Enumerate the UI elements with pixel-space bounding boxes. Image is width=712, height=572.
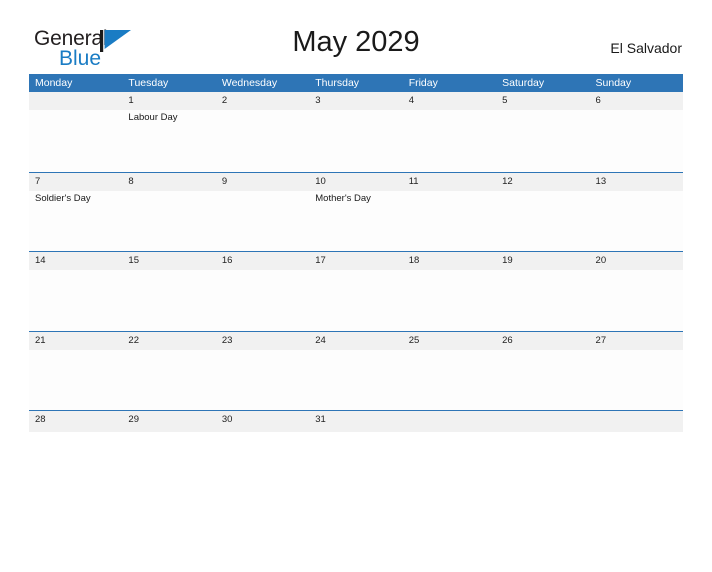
calendar-day-number: 31 [315, 414, 326, 425]
calendar-day-cell[interactable]: 18 [402, 252, 497, 331]
calendar-day-number: 16 [221, 255, 233, 266]
calendar-week-days: 28 29 30 31 [29, 411, 683, 432]
calendar-day-number: 2 [221, 95, 228, 106]
calendar-week-row: 28 29 30 31 [29, 410, 683, 432]
calendar-day-number: 9 [221, 175, 228, 187]
calendar-day-cell[interactable]: 14 [29, 252, 123, 331]
calendar-day-cell[interactable]: 5 [496, 92, 590, 172]
calendar-day-number: 30 [221, 414, 233, 425]
calendar-day-number: 13 [595, 175, 607, 187]
calendar-page: General Blue May 2029 El Salvador Monday… [0, 22, 712, 572]
calendar-day-cell[interactable]: 4 [402, 92, 497, 172]
weekday-header-saturday: Saturday [502, 77, 545, 89]
calendar-day-cell[interactable]: 15 [122, 252, 216, 331]
weekday-header-row: Monday Tuesday Wednesday Thursday Friday… [29, 74, 683, 92]
page-title: May 2029 [292, 26, 420, 58]
calendar-day-number: 28 [35, 414, 46, 425]
calendar-day-cell[interactable]: 2 [215, 92, 310, 172]
calendar-day-cell[interactable]: 31 [309, 411, 403, 432]
country-label: El Salvador [610, 40, 682, 56]
weekday-header-sunday: Sunday [595, 77, 632, 89]
calendar-week-row: 14 15 16 17 18 19 20 [29, 251, 683, 331]
calendar-day-cell[interactable]: 28 [29, 411, 123, 432]
calendar-day-events: Labour Day [128, 111, 213, 124]
page-header: General Blue May 2029 El Salvador [29, 22, 683, 74]
calendar-week-row: 7 Soldier's Day 8 9 10 Mother's Day 11 12 13 [29, 171, 683, 251]
calendar-day-cell[interactable]: 1 Labour Day [122, 92, 216, 172]
calendar-day-cell[interactable]: 23 [215, 331, 310, 410]
weekday-header-wednesday: Wednesday [221, 77, 278, 89]
weekday-header-friday: Friday [408, 77, 438, 89]
calendar-day-cell[interactable]: 8 [122, 172, 216, 251]
calendar-week-days: 1 Labour Day 2 3 4 5 6 [29, 92, 683, 172]
calendar-day-number: 3 [315, 95, 321, 106]
calendar-day-cell[interactable]: 16 [215, 252, 310, 331]
calendar-day-number: 26 [502, 334, 513, 346]
calendar-day-number: 11 [408, 175, 419, 187]
calendar-day-cell[interactable]: 22 [122, 331, 216, 410]
calendar-day-number: 1 [128, 95, 134, 106]
calendar-day-cell[interactable]: 25 [402, 331, 497, 410]
calendar-day-number: 22 [128, 334, 139, 346]
calendar-day-cell[interactable]: 10 Mother's Day [309, 172, 403, 251]
calendar-day-number: 23 [221, 334, 233, 346]
weekday-header-thursday: Thursday [315, 77, 360, 89]
calendar-event-label: Labour Day [128, 112, 178, 123]
calendar-day-cell[interactable]: 13 [589, 172, 683, 251]
calendar-day-number: 12 [502, 175, 513, 187]
calendar-day-number: 27 [595, 334, 607, 346]
calendar-day-number: 25 [408, 334, 420, 346]
calendar-day-number: 5 [502, 95, 508, 106]
calendar-day-cell[interactable]: 9 [215, 172, 310, 251]
calendar-day-cell[interactable]: 7 Soldier's Day [29, 172, 123, 251]
calendar-day-number: 10 [315, 175, 326, 187]
weekday-header-monday: Monday [35, 77, 73, 89]
calendar-day-number: 17 [315, 255, 326, 266]
calendar-day-events: Soldier's Day [35, 192, 120, 205]
calendar-day-number: 8 [128, 175, 134, 187]
calendar-day-cell[interactable]: 29 [122, 411, 216, 432]
calendar-day-number: 4 [408, 95, 414, 106]
calendar-day-cell[interactable]: 3 [309, 92, 403, 172]
calendar-week-row: 1 Labour Day 2 3 4 5 6 [29, 92, 683, 172]
calendar-day-number: 18 [408, 255, 420, 266]
calendar-week-row: 21 22 23 24 25 26 27 [29, 330, 683, 410]
calendar-day-number: 24 [315, 334, 326, 346]
calendar-day-cell[interactable]: 30 [215, 411, 310, 432]
calendar-day-cell[interactable]: 19 [496, 252, 590, 331]
calendar-day-cell-empty [589, 411, 683, 432]
calendar-grid: Monday Tuesday Wednesday Thursday Friday… [29, 74, 683, 432]
calendar-day-number: 6 [595, 95, 601, 106]
calendar-day-cell[interactable]: 11 [402, 172, 497, 251]
calendar-day-cell[interactable]: 21 [29, 331, 123, 410]
calendar-day-events: Mother's Day [315, 192, 400, 205]
calendar-day-number: 15 [128, 255, 139, 266]
calendar-day-number: 7 [35, 175, 41, 187]
calendar-day-cell-empty [402, 411, 497, 432]
calendar-event-label: Soldier's Day [35, 192, 91, 204]
calendar-day-number: 21 [35, 334, 46, 346]
calendar-day-number: 19 [502, 255, 513, 266]
calendar-day-cell-empty [496, 411, 590, 432]
calendar-week-days: 14 15 16 17 18 19 20 [29, 252, 683, 331]
calendar-day-cell-empty [29, 92, 123, 172]
calendar-weeks: 1 Labour Day 2 3 4 5 6 7 Soldier's Day 8 9 10 Mother… [29, 92, 683, 432]
calendar-week-days: 7 Soldier's Day 8 9 10 Mother's Day 11 12 13 [29, 172, 683, 251]
calendar-day-cell[interactable]: 24 [309, 331, 403, 410]
calendar-event-label: Mother's Day [315, 192, 371, 204]
calendar-day-cell[interactable]: 12 [496, 172, 590, 251]
calendar-day-cell[interactable]: 27 [589, 331, 683, 410]
calendar-day-number: 20 [595, 255, 607, 266]
calendar-day-cell[interactable]: 6 [589, 92, 683, 172]
calendar-week-days: 21 22 23 24 25 26 27 [29, 331, 683, 410]
calendar-day-cell[interactable]: 20 [589, 252, 683, 331]
weekday-header-tuesday: Tuesday [128, 77, 169, 89]
calendar-day-number: 14 [35, 255, 46, 266]
calendar-day-cell[interactable]: 17 [309, 252, 403, 331]
calendar-day-number: 29 [128, 414, 139, 425]
calendar-day-cell[interactable]: 26 [496, 331, 590, 410]
